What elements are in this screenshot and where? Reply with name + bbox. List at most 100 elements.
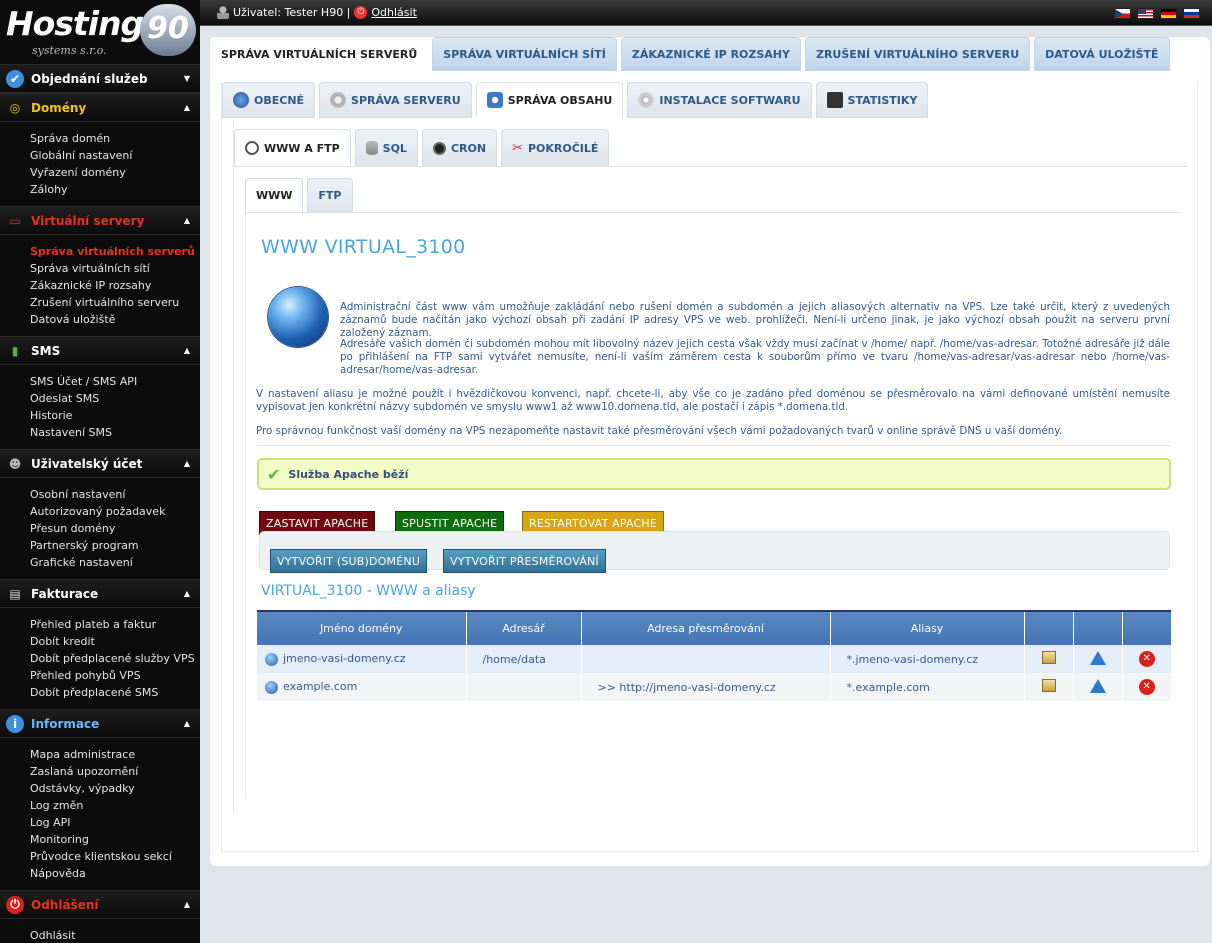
sidebar-section-header[interactable]: ▤ Fakturace ▲ xyxy=(0,579,200,608)
sidebar-item[interactable]: Dobít kredit xyxy=(30,633,200,650)
sidebar-item[interactable]: Autorizovaný požadavek xyxy=(30,503,200,520)
sidebar-item[interactable]: Nastavení SMS xyxy=(30,424,200,441)
flag-de-icon[interactable] xyxy=(1160,8,1177,19)
sidebar-item[interactable]: Zákaznické IP rozsahy xyxy=(30,277,200,294)
flag-ru-icon[interactable] xyxy=(1183,8,1200,19)
create-subdomain-button[interactable]: VYTVOŘIT (SUB)DOMÉNU xyxy=(270,549,428,573)
tab-server-admin[interactable]: SPRÁVA SERVERU xyxy=(319,82,472,118)
chevron-icon[interactable]: ▲ xyxy=(184,103,190,112)
chevron-icon[interactable]: ▼ xyxy=(184,74,190,83)
tab-content-admin[interactable]: SPRÁVA OBSAHU xyxy=(475,82,624,118)
flag-us-icon[interactable] xyxy=(1137,8,1154,19)
content-icon xyxy=(486,92,503,108)
edit-icon[interactable] xyxy=(1041,651,1056,664)
sidebar-section-header[interactable]: ☻ Uživatelský účet ▲ xyxy=(0,449,200,478)
sidebar-item[interactable]: Dobít předplacené SMS xyxy=(30,684,200,701)
tab-ftp[interactable]: FTP xyxy=(307,178,353,213)
sidebar-section-header[interactable]: ◎ Domény ▲ xyxy=(0,93,200,122)
sidebar-item[interactable]: Vyřazení domény xyxy=(30,164,200,181)
sidebar-item[interactable]: Odstávky, výpadky xyxy=(30,780,200,797)
chevron-icon[interactable]: ▲ xyxy=(184,459,190,468)
sidebar-item[interactable]: Monitoring xyxy=(30,831,200,848)
tab-install-software[interactable]: INSTALACE SOFTWARU xyxy=(627,82,812,118)
user-icon xyxy=(217,6,229,19)
sidebar-item[interactable]: Datová uložiště xyxy=(30,311,200,328)
delete-icon[interactable]: ✕ xyxy=(1138,679,1155,695)
sidebar-item[interactable]: Odhlásit xyxy=(30,927,200,943)
default-cell[interactable] xyxy=(1073,645,1123,673)
sidebar-section-header[interactable]: ▮ SMS ▲ xyxy=(0,336,200,365)
delete-icon[interactable]: ✕ xyxy=(1138,651,1155,667)
logo[interactable]: Hosting 90 systems s.r.o. xyxy=(0,0,200,64)
power-icon: ⏻ xyxy=(6,895,24,914)
sidebar-item[interactable]: Dobít předplacené služby VPS xyxy=(30,650,200,667)
sidebar-section-title: Virtuální servery xyxy=(31,213,145,228)
sidebar-item[interactable]: Nápověda xyxy=(30,865,200,882)
sidebar-item[interactable]: Správa virtuálních sítí xyxy=(30,260,200,277)
tab-cron[interactable]: CRON xyxy=(421,129,498,167)
tab-manage-servers[interactable]: SPRÁVA VIRTUÁLNÍCH SERVERŮ xyxy=(210,37,429,71)
sidebar-section-header[interactable]: ▭ Virtuální servery ▲ xyxy=(0,206,200,235)
sidebar-item[interactable]: Přehled pohybů VPS xyxy=(30,667,200,684)
tab-cancel-server[interactable]: ZRUŠENÍ VIRTUÁLNÍHO SERVERU xyxy=(804,37,1031,71)
tab-advanced[interactable]: ✂ POKROČILÉ xyxy=(501,129,610,167)
sidebar-item[interactable]: Zrušení virtuálního serveru xyxy=(30,294,200,311)
monitor-icon: ▭ xyxy=(9,213,21,228)
delete-cell[interactable]: ✕ xyxy=(1122,645,1171,673)
tab-statistics[interactable]: STATISTIKY xyxy=(815,82,929,118)
chevron-icon[interactable]: ▲ xyxy=(184,216,190,225)
sidebar-item[interactable]: Grafické nastavení xyxy=(30,554,200,571)
set-default-icon[interactable] xyxy=(1089,650,1106,665)
sidebar-item[interactable]: Partnerský program xyxy=(30,537,200,554)
sidebar-item[interactable]: Osobní nastavení xyxy=(30,486,200,503)
server-tabs: OBECNÉ SPRÁVA SERVERU SPRÁVA OBSAHU INST… xyxy=(222,82,929,118)
sidebar-item[interactable]: SMS Účet / SMS API xyxy=(30,373,200,390)
table-row[interactable]: jmeno-vasi-domeny.cz /home/data *.jmeno-… xyxy=(257,645,1171,673)
sidebar-item[interactable]: Zaslaná upozornění xyxy=(30,763,200,780)
tab-ip-ranges[interactable]: ZÁKAZNICKÉ IP ROZSAHY xyxy=(620,37,801,71)
tab-sql[interactable]: SQL xyxy=(354,129,418,167)
table-row[interactable]: example.com >> http://jmeno-vasi-domeny.… xyxy=(257,673,1171,701)
sidebar-item[interactable]: Správa virtuálních serverů xyxy=(30,243,200,260)
sidebar-item[interactable]: Log změn xyxy=(30,797,200,814)
chevron-icon[interactable]: ▲ xyxy=(184,719,190,728)
sidebar-item[interactable]: Přesun domény xyxy=(30,520,200,537)
create-redirect-button[interactable]: VYTVOŘIT PŘESMĚROVÁNÍ xyxy=(443,549,606,573)
chevron-icon[interactable]: ▲ xyxy=(184,589,190,598)
sidebar-item[interactable]: Globální nastavení xyxy=(30,147,200,164)
sidebar-item[interactable]: Správa domén xyxy=(30,130,200,147)
domain-name: example.com xyxy=(283,680,358,694)
sidebar-section-header[interactable]: ✔ Objednání služeb ▼ xyxy=(0,64,200,93)
edit-cell[interactable] xyxy=(1024,645,1074,673)
sidebar-item[interactable]: Zálohy xyxy=(30,181,200,198)
tab-label: POKROČILÉ xyxy=(527,141,599,155)
sidebar-item[interactable]: Přehled plateb a faktur xyxy=(30,616,200,633)
sidebar-section: ▤ Fakturace ▲ Přehled plateb a faktur Dobít … xyxy=(0,579,200,709)
default-cell[interactable] xyxy=(1073,673,1123,701)
tab-www-ftp[interactable]: WWW A FTP xyxy=(234,129,351,167)
sidebar-section-header[interactable]: i Informace ▲ xyxy=(0,709,200,738)
sidebar-item[interactable]: Odeslat SMS xyxy=(30,390,200,407)
power-icon[interactable]: ⏻ xyxy=(354,6,368,19)
sidebar-item[interactable]: Log API xyxy=(30,814,200,831)
set-default-icon[interactable] xyxy=(1089,678,1106,693)
delete-cell[interactable]: ✕ xyxy=(1122,673,1171,701)
flag-cz-icon[interactable] xyxy=(1114,8,1131,19)
chevron-icon[interactable]: ▲ xyxy=(184,346,190,355)
chevron-icon[interactable]: ▲ xyxy=(184,900,190,909)
tab-manage-networks[interactable]: SPRÁVA VIRTUÁLNÍCH SÍTÍ xyxy=(432,37,617,71)
edit-cell[interactable] xyxy=(1024,673,1074,701)
sidebar-item[interactable]: Mapa administrace xyxy=(30,746,200,763)
edit-icon[interactable] xyxy=(1041,679,1056,692)
tab-general[interactable]: OBECNÉ xyxy=(222,82,316,118)
sidebar-item[interactable]: Průvodce klientskou sekcí xyxy=(30,848,200,865)
sidebar-item[interactable]: Historie xyxy=(30,407,200,424)
domain-cell[interactable]: example.com xyxy=(257,673,467,701)
sidebar-section-header[interactable]: ⏻ Odhlášení ▲ xyxy=(0,890,200,919)
tab-storage[interactable]: DATOVÁ ULOŽIŠTĚ xyxy=(1034,37,1170,71)
domain-globe-icon xyxy=(265,652,278,666)
logout-link[interactable]: Odhlásit xyxy=(371,6,417,19)
tab-www[interactable]: WWW xyxy=(245,178,304,213)
sidebar-nav: ✔ Objednání služeb ▼ ◎ Domény ▲ Správa domén Gl… xyxy=(0,64,200,943)
domain-cell[interactable]: jmeno-vasi-domeny.cz xyxy=(257,645,467,673)
